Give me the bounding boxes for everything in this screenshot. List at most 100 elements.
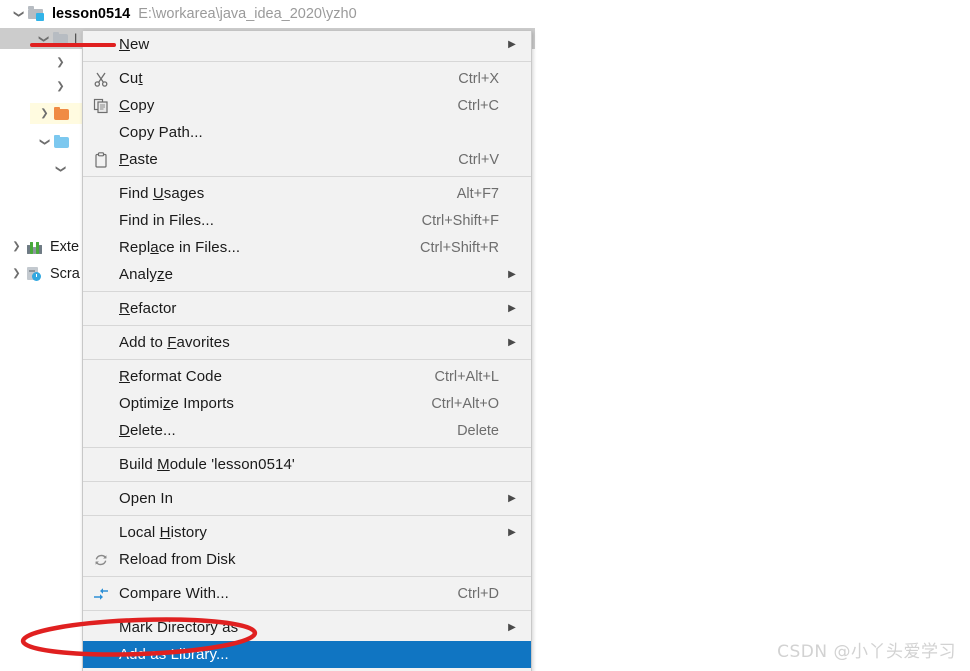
menu-item-icon-slot: [83, 580, 119, 607]
menu-item-label: Open In: [119, 490, 174, 507]
menu-item-shortcut: Ctrl+Alt+O: [431, 395, 499, 412]
menu-item-reload-from-disk[interactable]: Reload from Disk: [83, 546, 531, 573]
chevron-down-icon[interactable]: [35, 33, 52, 44]
menu-item-add-as-library[interactable]: Add as Library...: [83, 641, 531, 668]
menu-item-open-in[interactable]: Open In: [83, 485, 531, 512]
chevron-down-icon[interactable]: [10, 8, 27, 19]
menu-item-compare-with[interactable]: Compare With... Ctrl+D: [83, 580, 531, 607]
submenu-arrow-icon: [503, 527, 521, 538]
menu-item-cut[interactable]: Cut Ctrl+X: [83, 65, 531, 92]
submenu-arrow-icon: [503, 622, 521, 633]
menu-separator: [83, 610, 531, 611]
menu-item-icon-slot: [83, 207, 119, 234]
menu-item-label: Compare With...: [119, 585, 229, 602]
folder-blue-icon: [53, 134, 71, 149]
menu-item-icon-slot: [83, 614, 119, 641]
menu-item-delete[interactable]: Delete... Delete: [83, 417, 531, 444]
tree-item-path: E:\workarea\java_idea_2020\yzh0: [138, 5, 357, 22]
menu-item-label: Cut: [119, 70, 143, 87]
paste-icon: [93, 151, 109, 168]
menu-item-icon-slot: [83, 180, 119, 207]
chevron-down-icon[interactable]: [52, 163, 69, 174]
menu-item-label: Reload from Disk: [119, 551, 236, 568]
menu-item-replace-in-files[interactable]: Replace in Files... Ctrl+Shift+R: [83, 234, 531, 261]
menu-item-build-module-lesson0514[interactable]: Build Module 'lesson0514': [83, 451, 531, 478]
menu-item-shortcut: Ctrl+D: [457, 585, 500, 602]
menu-item-shortcut: Ctrl+C: [457, 97, 500, 114]
scratches-icon: [25, 266, 45, 282]
menu-item-refactor[interactable]: Refactor: [83, 295, 531, 322]
menu-item-copy-path[interactable]: Copy Path...: [83, 119, 531, 146]
menu-item-icon-slot: [83, 519, 119, 546]
tree-row-module-root[interactable]: lesson0514 E:\workarea\java_idea_2020\yz…: [10, 3, 357, 24]
cut-icon: [93, 71, 109, 87]
menu-separator: [83, 325, 531, 326]
menu-item-icon-slot: [83, 329, 119, 356]
external-libraries-icon: [25, 239, 45, 255]
menu-item-shortcut: Ctrl+X: [458, 70, 499, 87]
tree-row-scratches[interactable]: Scra: [8, 263, 80, 284]
menu-item-icon-slot: [83, 234, 119, 261]
menu-item-reformat-code[interactable]: Reformat Code Ctrl+Alt+L: [83, 363, 531, 390]
tree-row-child-2[interactable]: [52, 76, 69, 97]
menu-item-icon-slot: [83, 485, 119, 512]
menu-item-label: Local History: [119, 524, 208, 541]
csdn-watermark: CSDN @小丫头爱学习: [777, 642, 956, 662]
menu-item-label: Analyze: [119, 266, 174, 283]
menu-item-analyze[interactable]: Analyze: [83, 261, 531, 288]
chevron-right-icon[interactable]: [36, 108, 53, 119]
module-icon: [27, 6, 47, 22]
reload-icon: [93, 552, 109, 568]
menu-item-local-history[interactable]: Local History: [83, 519, 531, 546]
menu-item-label: Optimize Imports: [119, 395, 234, 412]
menu-separator: [83, 61, 531, 62]
chevron-right-icon[interactable]: [8, 268, 25, 279]
menu-item-shortcut: Delete: [457, 422, 499, 439]
menu-item-label: Find in Files...: [119, 212, 214, 229]
menu-item-shortcut: Ctrl+Shift+F: [421, 212, 499, 229]
menu-item-mark-directory-as[interactable]: Mark Directory as: [83, 614, 531, 641]
submenu-arrow-icon: [503, 39, 521, 50]
menu-item-label: Build Module 'lesson0514': [119, 456, 295, 473]
tree-row-child-blue[interactable]: [30, 131, 75, 152]
compare-icon: [93, 586, 109, 602]
context-menu[interactable]: New Cut Ctrl+X Copy Ctrl+C Copy Path... Paste C…: [82, 31, 532, 671]
menu-item-find-in-files[interactable]: Find in Files... Ctrl+Shift+F: [83, 207, 531, 234]
submenu-arrow-icon: [503, 337, 521, 348]
menu-item-icon-slot: [83, 92, 119, 119]
chevron-down-icon[interactable]: [36, 136, 53, 147]
chevron-right-icon[interactable]: [52, 57, 69, 68]
tree-item-label: lesson0514: [52, 5, 131, 22]
menu-item-add-to-favorites[interactable]: Add to Favorites: [83, 329, 531, 356]
menu-item-copy[interactable]: Copy Ctrl+C: [83, 92, 531, 119]
tree-item-label: |: [74, 31, 78, 46]
chevron-right-icon[interactable]: [8, 241, 25, 252]
menu-item-icon-slot: [83, 546, 119, 573]
menu-item-label: New: [119, 36, 150, 53]
menu-item-icon-slot: [83, 261, 119, 288]
menu-item-find-usages[interactable]: Find Usages Alt+F7: [83, 180, 531, 207]
menu-item-paste[interactable]: Paste Ctrl+V: [83, 146, 531, 173]
menu-item-label: Refactor: [119, 300, 177, 317]
tree-item-label: Scra: [50, 265, 80, 282]
menu-item-icon-slot: [83, 65, 119, 92]
menu-separator: [83, 576, 531, 577]
menu-item-icon-slot: [83, 417, 119, 444]
menu-item-icon-slot: [83, 146, 119, 173]
tree-row-child-orange[interactable]: [30, 103, 82, 124]
menu-item-shortcut: Ctrl+Alt+L: [434, 368, 499, 385]
menu-item-shortcut: Ctrl+Shift+R: [420, 239, 499, 256]
menu-item-label: Copy Path...: [119, 124, 203, 141]
menu-item-optimize-imports[interactable]: Optimize Imports Ctrl+Alt+O: [83, 390, 531, 417]
tree-item-label: Exte: [50, 238, 80, 255]
menu-item-icon-slot: [83, 451, 119, 478]
chevron-right-icon[interactable]: [52, 81, 69, 92]
tree-row-child-3[interactable]: [52, 158, 69, 179]
menu-item-label: Find Usages: [119, 185, 205, 202]
submenu-arrow-icon: [503, 269, 521, 280]
menu-item-label: Mark Directory as: [119, 619, 239, 636]
menu-item-icon-slot: [83, 119, 119, 146]
tree-row-external-libraries[interactable]: Exte: [8, 236, 79, 257]
tree-row-child-1[interactable]: [52, 52, 69, 73]
menu-item-new[interactable]: New: [83, 31, 531, 58]
